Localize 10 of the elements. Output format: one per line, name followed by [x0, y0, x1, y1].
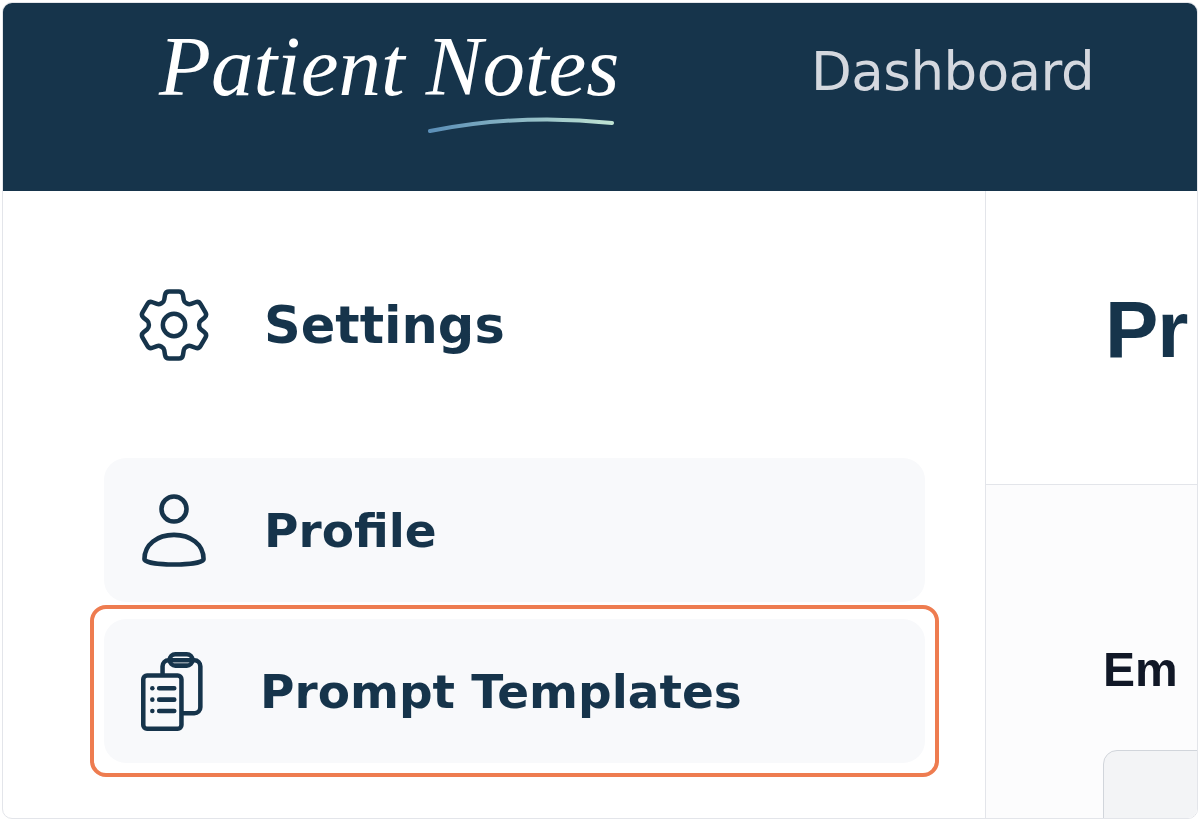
page-heading: Pr	[1105, 290, 1189, 370]
field-label: Em	[1103, 646, 1179, 694]
person-icon	[141, 493, 207, 567]
clipboard-icon	[141, 651, 203, 731]
nav-link[interactable]: Dashboard	[811, 41, 1095, 102]
logo-text: Patient Notes	[159, 24, 620, 109]
sidebar-item[interactable]: Prompt Templates	[104, 619, 925, 763]
settings-icon	[139, 289, 209, 361]
sidebar-item[interactable]: Profile	[104, 458, 925, 602]
swoosh-icon	[427, 114, 615, 134]
